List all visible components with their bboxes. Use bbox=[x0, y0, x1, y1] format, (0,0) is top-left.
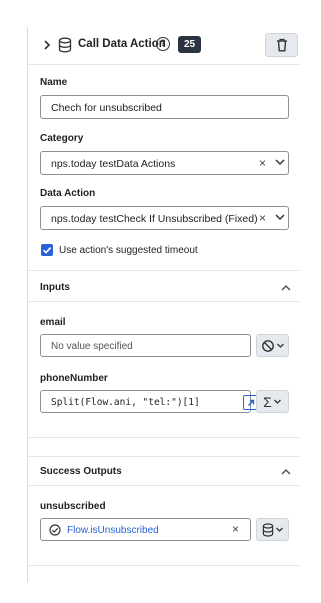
divider bbox=[28, 301, 300, 302]
phone-number-label: phoneNumber bbox=[40, 373, 108, 384]
name-value: Chech for unsubscribed bbox=[51, 102, 162, 114]
expand-chevron-icon[interactable] bbox=[40, 38, 54, 52]
divider bbox=[28, 437, 300, 438]
unsubscribed-label: unsubscribed bbox=[40, 501, 106, 512]
chevron-down-icon bbox=[276, 343, 284, 348]
sigma-icon: Σ bbox=[263, 393, 272, 410]
panel-title: Call Data Action bbox=[78, 38, 166, 50]
inputs-section-title: Inputs bbox=[40, 282, 70, 293]
suggested-timeout-checkbox[interactable] bbox=[41, 244, 53, 256]
chevron-down-icon bbox=[275, 527, 283, 532]
email-input[interactable]: No value specified bbox=[40, 334, 251, 357]
help-icon[interactable]: ? bbox=[156, 37, 170, 51]
unsubscribed-output-field[interactable]: Flow.isUnsubscribed × bbox=[40, 518, 251, 541]
category-value: nps.today testData Actions bbox=[51, 158, 176, 170]
no-value-icon bbox=[261, 339, 274, 352]
chevron-down-icon[interactable] bbox=[274, 156, 286, 168]
email-value-type-button[interactable] bbox=[256, 334, 289, 357]
chevron-up-icon[interactable] bbox=[280, 466, 292, 478]
divider bbox=[28, 270, 300, 271]
data-action-select[interactable]: nps.today testCheck If Unsubscribed (Fix… bbox=[40, 206, 289, 230]
category-select[interactable]: nps.today testData Actions × bbox=[40, 151, 289, 175]
database-icon bbox=[58, 37, 72, 53]
name-field[interactable]: Chech for unsubscribed bbox=[40, 95, 289, 119]
check-circle-icon bbox=[49, 524, 61, 536]
email-label: email bbox=[40, 317, 66, 328]
panel-header: Call Data Action ? 25 bbox=[28, 27, 300, 64]
chevron-down-icon bbox=[273, 399, 281, 404]
call-data-action-panel: Call Data Action ? 25 Name Chech for uns… bbox=[27, 27, 300, 582]
divider bbox=[28, 456, 300, 457]
action-count-badge: 25 bbox=[178, 36, 202, 53]
phone-number-expression: Split(Flow.ani, "tel:")[1] bbox=[51, 397, 200, 408]
divider bbox=[28, 64, 300, 65]
chevron-down-icon[interactable] bbox=[274, 211, 286, 223]
database-icon bbox=[262, 522, 273, 537]
clear-output-icon[interactable]: × bbox=[232, 522, 239, 536]
phone-value-type-button[interactable]: Σ bbox=[256, 390, 289, 413]
category-label: Category bbox=[40, 133, 84, 144]
phone-number-input[interactable]: Split(Flow.ani, "tel:")[1] bbox=[40, 390, 258, 413]
delete-button[interactable] bbox=[265, 33, 298, 57]
clear-category-icon[interactable]: × bbox=[259, 156, 266, 170]
checkmark-icon bbox=[42, 247, 52, 254]
data-action-value: nps.today testCheck If Unsubscribed (Fix… bbox=[51, 213, 258, 225]
success-outputs-section-title: Success Outputs bbox=[40, 466, 122, 477]
clear-data-action-icon[interactable]: × bbox=[259, 211, 266, 225]
divider bbox=[28, 485, 300, 486]
output-variable-type-button[interactable] bbox=[256, 518, 289, 541]
divider bbox=[28, 565, 300, 566]
suggested-timeout-label: Use action's suggested timeout bbox=[59, 245, 198, 256]
data-action-label: Data Action bbox=[40, 188, 96, 199]
trash-icon bbox=[276, 38, 287, 52]
chevron-up-icon[interactable] bbox=[280, 282, 292, 294]
email-placeholder: No value specified bbox=[51, 341, 133, 352]
unsubscribed-variable[interactable]: Flow.isUnsubscribed bbox=[67, 525, 159, 536]
name-label: Name bbox=[40, 77, 68, 88]
